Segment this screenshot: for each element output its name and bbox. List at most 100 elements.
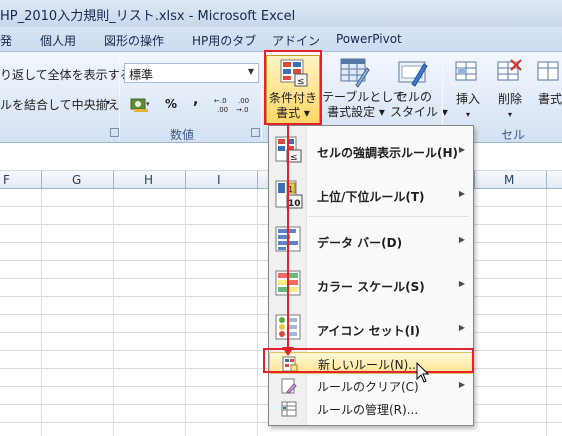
- tab-addins[interactable]: アドイン: [272, 32, 320, 49]
- wrap-text-button[interactable]: り返して全体を表示する: [0, 66, 132, 83]
- currency-format-icon[interactable]: ▾: [130, 96, 152, 117]
- menu-item-manage-rules[interactable]: ルールの管理(R)...: [269, 398, 473, 420]
- format-as-table-icon: [340, 58, 370, 91]
- clear-rules-icon: [281, 378, 297, 397]
- tab-hp[interactable]: HP用のタブ: [192, 32, 256, 49]
- tab-personal[interactable]: 個人用: [40, 32, 76, 49]
- number-format-select[interactable]: 標準 ▼: [124, 63, 259, 83]
- number-launcher-icon[interactable]: [251, 128, 260, 137]
- icon-sets-icon: [275, 314, 303, 345]
- menu-item-highlight-cells-rules[interactable]: ≤ セルの強調表示ルール(H) ▶: [269, 130, 473, 170]
- cells-group-label: セル: [501, 128, 526, 142]
- svg-text:▾: ▾: [146, 100, 150, 108]
- column-divider: [113, 171, 114, 189]
- submenu-arrow-icon: ▶: [458, 380, 465, 389]
- data-bars-icon: [275, 226, 303, 257]
- submenu-arrow-icon: ▶: [458, 189, 465, 198]
- insert-label: 挿入: [455, 92, 480, 106]
- format-as-table-label-1: テーブルとして: [322, 90, 405, 104]
- format-label: 書式: [538, 92, 562, 106]
- format-button[interactable]: 書式: [532, 55, 562, 125]
- window-title: HP_2010入力規則_リスト.xlsx - Microsoft Excel: [0, 9, 296, 24]
- svg-text:.00: .00: [217, 106, 228, 114]
- column-divider: [41, 171, 42, 189]
- tab-developer[interactable]: 発: [0, 32, 12, 49]
- insert-button[interactable]: 挿入 ▾: [448, 55, 488, 125]
- menu-item-label: データ バー(D): [317, 236, 403, 250]
- svg-text:10: 10: [288, 199, 301, 209]
- ribbon-tabs: 発 個人用 図形の操作 HP用のタブ アドイン PowerPivot: [0, 27, 562, 51]
- menu-item-label: ルールの管理(R)...: [317, 403, 419, 417]
- delete-button[interactable]: 削除 ▾: [490, 55, 530, 125]
- conditional-formatting-highlight: [264, 50, 322, 125]
- grid-line: [185, 189, 186, 436]
- decrease-decimal-icon[interactable]: .00 →.0: [236, 95, 258, 118]
- svg-text:→.0: →.0: [236, 106, 249, 114]
- menu-item-top-bottom-rules[interactable]: 1 10 上位/下位ルール(T) ▶: [269, 174, 473, 216]
- merge-dropdown-arrow-icon[interactable]: ▾: [106, 98, 110, 107]
- cell-styles-button[interactable]: セルの スタイル ▾: [390, 55, 448, 125]
- color-scales-icon: [275, 270, 303, 301]
- column-header-h[interactable]: H: [144, 173, 153, 187]
- menu-separator: [309, 216, 469, 217]
- grid-line: [257, 189, 258, 436]
- submenu-arrow-icon: ▶: [458, 323, 465, 332]
- menu-item-label: カラー スケール(S): [317, 280, 425, 294]
- manage-rules-icon: [281, 401, 297, 420]
- svg-text:≤: ≤: [290, 153, 298, 163]
- column-header-i[interactable]: I: [217, 173, 221, 187]
- top-bottom-rules-icon: 1 10: [275, 180, 303, 213]
- percent-style-button[interactable]: %: [165, 97, 177, 111]
- format-as-table-label-2: 書式設定 ▾: [327, 105, 385, 119]
- chevron-down-icon: ▼: [247, 67, 254, 76]
- merge-center-button[interactable]: ルを結合して中央揃え: [0, 96, 120, 113]
- svg-text:←.0: ←.0: [214, 97, 227, 105]
- column-header-m[interactable]: M: [504, 173, 514, 187]
- delete-label: 削除: [497, 92, 522, 106]
- column-divider: [474, 171, 475, 189]
- number-format-value: 標準: [129, 68, 154, 82]
- menu-item-clear-rules[interactable]: ルールのクリア(C) ▶: [269, 375, 473, 397]
- format-as-table-button[interactable]: テーブルとして 書式設定 ▾: [322, 55, 405, 125]
- menu-item-label: アイコン セット(I): [317, 324, 421, 338]
- grid-line: [41, 189, 42, 436]
- menu-item-color-scales[interactable]: カラー スケール(S) ▶: [269, 264, 473, 306]
- new-rule-highlight: [263, 348, 474, 373]
- menu-item-label: ルールのクリア(C): [317, 380, 419, 394]
- insert-cells-icon: [454, 58, 482, 89]
- group-separator: [119, 56, 120, 140]
- delete-dropdown-arrow-icon: ▾: [507, 110, 512, 119]
- submenu-arrow-icon: ▶: [458, 235, 465, 244]
- mouse-pointer-icon: [416, 361, 430, 387]
- submenu-arrow-icon: ▶: [458, 279, 465, 288]
- column-divider: [546, 171, 547, 189]
- conditional-formatting-menu: ≤ セルの強調表示ルール(H) ▶ 1 10 上位/下位ルール(T) ▶ データ…: [268, 125, 474, 426]
- cell-styles-icon: [398, 58, 428, 91]
- cell-styles-label-2: スタイル ▾: [390, 105, 448, 119]
- delete-cells-icon: [496, 58, 524, 89]
- grid-line: [113, 189, 114, 436]
- format-cells-icon: [536, 58, 562, 89]
- menu-item-icon-sets[interactable]: アイコン セット(I) ▶: [269, 308, 473, 350]
- grid-line: [546, 189, 547, 436]
- number-group-label: 数値: [170, 128, 195, 142]
- increase-decimal-icon[interactable]: ←.0 .00: [214, 95, 236, 118]
- comma-style-button[interactable]: ,: [193, 92, 198, 108]
- cell-styles-label-1: セルの: [395, 90, 432, 104]
- group-separator: [261, 56, 262, 140]
- column-header-g[interactable]: G: [72, 173, 81, 187]
- highlight-cells-rules-icon: ≤: [275, 136, 303, 167]
- tab-powerpivot[interactable]: PowerPivot: [336, 32, 402, 46]
- menu-item-label: 上位/下位ルール(T): [317, 190, 425, 204]
- column-header-f[interactable]: F: [3, 173, 10, 187]
- column-divider: [257, 171, 258, 189]
- svg-text:.00: .00: [238, 97, 249, 105]
- alignment-launcher-icon[interactable]: [110, 128, 119, 137]
- tab-shape-operations[interactable]: 図形の操作: [104, 32, 164, 49]
- column-divider: [185, 171, 186, 189]
- insert-dropdown-arrow-icon: ▾: [465, 110, 470, 119]
- menu-item-data-bars[interactable]: データ バー(D) ▶: [269, 220, 473, 262]
- submenu-arrow-icon: ▶: [458, 145, 465, 154]
- title-bar: HP_2010入力規則_リスト.xlsx - Microsoft Excel: [0, 0, 562, 27]
- menu-item-label: セルの強調表示ルール(H): [317, 146, 459, 160]
